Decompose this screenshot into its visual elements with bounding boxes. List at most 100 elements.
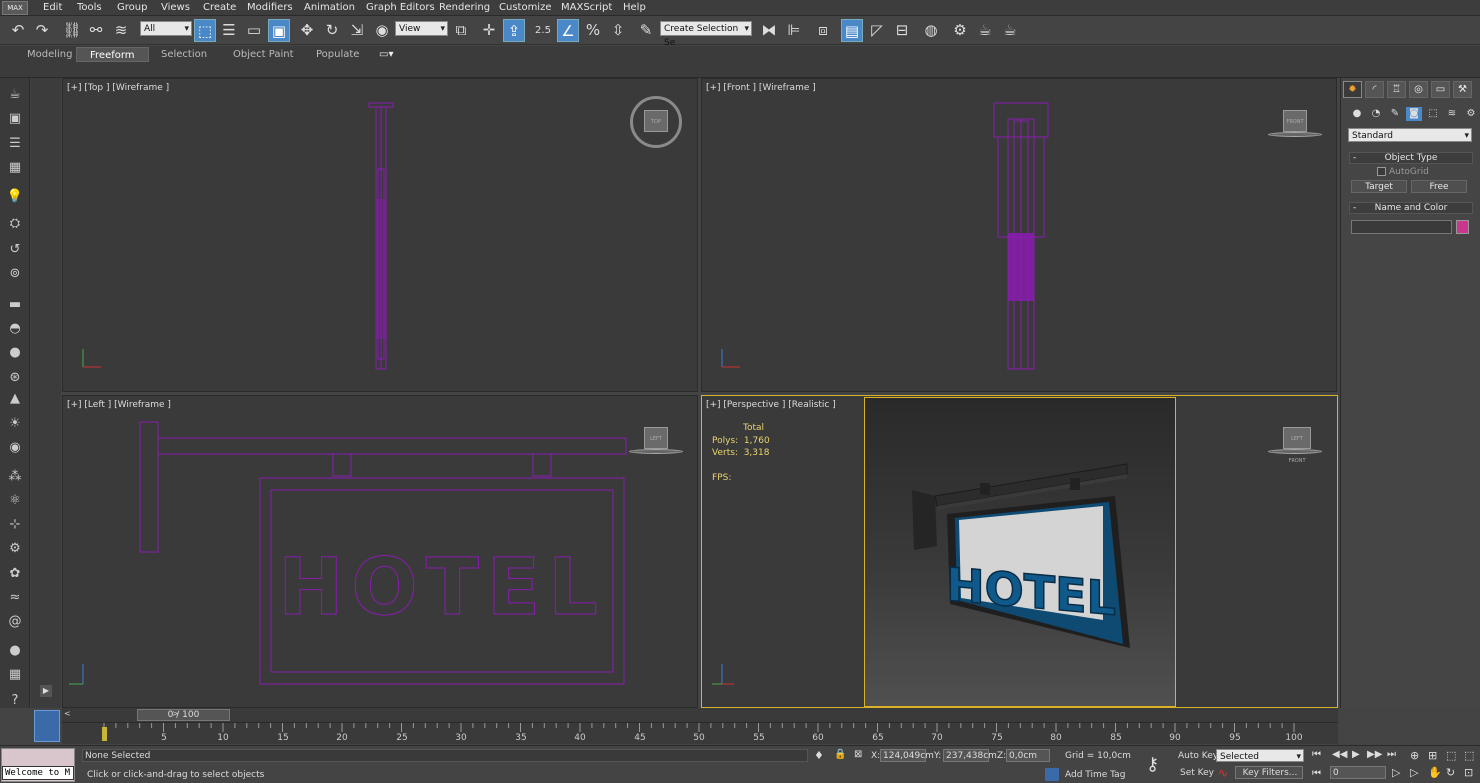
object-color-swatch[interactable] — [1456, 220, 1469, 234]
auto-key-button[interactable]: Auto Key — [1178, 751, 1218, 761]
display-tab-icon[interactable]: ▭ — [1431, 81, 1450, 98]
key-mode-toggle-icon[interactable]: ⏮ — [1312, 768, 1321, 779]
current-frame-field[interactable]: 0 — [1330, 766, 1386, 779]
rectangle-selection-icon[interactable]: ▭ — [243, 19, 265, 42]
undo-icon[interactable]: ↶ — [7, 19, 29, 42]
time-slider[interactable]: 0 / 100 — [137, 709, 230, 721]
zoom-all-icon[interactable]: ⊞ — [1428, 749, 1437, 762]
menu-graph-editors[interactable]: Graph Editors — [366, 2, 435, 13]
viewport-front[interactable]: [+] [Front ] [Wireframe ] FRONT — [701, 78, 1337, 392]
menu-edit[interactable]: Edit — [43, 2, 62, 13]
absolute-mode-icon[interactable]: ⊠ — [854, 749, 862, 760]
viewport-layout-icon[interactable] — [34, 710, 60, 742]
light-icon[interactable]: 💡 — [6, 188, 24, 206]
cone-icon[interactable]: ▲ — [6, 390, 24, 408]
menu-rendering[interactable]: Rendering — [439, 2, 490, 13]
spiral-icon[interactable]: @ — [6, 613, 24, 631]
orbit-icon[interactable]: ↻ — [1446, 766, 1455, 779]
autogrid-checkbox[interactable] — [1377, 167, 1386, 176]
go-to-end-icon[interactable]: ⏭ — [1387, 749, 1396, 760]
layer-manager-icon[interactable]: ⧈ — [812, 19, 834, 42]
tab-freeform[interactable]: Freeform — [76, 47, 149, 62]
keyboard-shortcut-override-icon[interactable]: ⇪ — [503, 19, 525, 42]
schematic-view-icon[interactable]: ⊟ — [891, 19, 913, 42]
ball-icon[interactable]: ● — [6, 642, 24, 660]
named-selection-set-dropdown[interactable]: Create Selection Se — [660, 21, 752, 48]
isolate-pin-icon[interactable]: ♦ — [814, 749, 824, 762]
field-of-view-icon[interactable]: ▷ — [1392, 766, 1400, 779]
bind-spacewarp-icon[interactable]: ≋ — [110, 19, 132, 42]
menu-modifiers[interactable]: Modifiers — [247, 2, 293, 13]
set-key-button[interactable]: Set Key — [1180, 768, 1214, 778]
modify-tab-icon[interactable]: ◜ — [1365, 81, 1384, 98]
viewport-perspective[interactable]: [+] [Perspective ] [Realistic ] Total Po… — [701, 395, 1338, 708]
menu-group[interactable]: Group — [117, 2, 147, 13]
helper-icon[interactable]: ⛭ — [6, 215, 24, 233]
grid-icon[interactable]: ▦ — [6, 666, 24, 684]
shapes-icon[interactable]: ◔ — [1368, 107, 1384, 121]
target-button[interactable]: Target — [1351, 180, 1407, 193]
menu-animation[interactable]: Animation — [304, 2, 355, 13]
zoom-extents-icon[interactable]: ⬚ — [1446, 749, 1456, 762]
scale-icon[interactable]: ⇲ — [346, 19, 368, 42]
molecule-icon[interactable]: ⚛ — [6, 492, 24, 510]
hemisphere-icon[interactable]: ◓ — [6, 320, 24, 338]
render-icon[interactable]: ▣ — [6, 110, 24, 128]
next-frame-icon[interactable]: > — [172, 709, 182, 721]
hair-icon[interactable]: ≈ — [6, 589, 24, 607]
object-name-input[interactable] — [1351, 220, 1452, 234]
camera-icon[interactable]: ⊚ — [6, 265, 24, 283]
key-mode-dropdown[interactable]: Selected — [1216, 749, 1304, 764]
y-coordinate-field[interactable]: 237,438cm — [943, 749, 997, 762]
tab-populate[interactable]: Populate — [303, 47, 372, 62]
time-tag-icon[interactable] — [1045, 768, 1059, 781]
motion-tab-icon[interactable]: ◎ — [1409, 81, 1428, 98]
align-icon[interactable]: ⊫ — [783, 19, 805, 42]
redo-icon[interactable]: ↷ — [31, 19, 53, 42]
render-setup-icon[interactable]: ⚙ — [949, 19, 971, 42]
edit-named-selection-icon[interactable]: ✎ — [635, 19, 657, 42]
material-editor-icon[interactable]: ◍ — [920, 19, 942, 42]
helpers-icon[interactable]: ⬚ — [1425, 107, 1441, 121]
geometry-icon[interactable]: ● — [1349, 107, 1365, 121]
key-filters-button[interactable]: Key Filters... — [1235, 766, 1303, 779]
lights-icon[interactable]: ✎ — [1387, 107, 1403, 121]
scene-explorer-icon[interactable]: ▤ — [841, 19, 863, 42]
sun-icon[interactable]: ☀ — [6, 415, 24, 433]
free-button[interactable]: Free — [1411, 180, 1467, 193]
percent-snap-icon[interactable]: % — [582, 19, 604, 42]
cameras-icon[interactable]: ◙ — [1406, 107, 1422, 121]
field-of-view-icon[interactable]: ▷ — [1410, 766, 1418, 779]
rendered-frame-window-icon[interactable]: ☕ — [974, 19, 996, 42]
previous-frame-icon[interactable]: ◀◀ — [1332, 749, 1347, 760]
cycle-icon[interactable]: ↺ — [6, 241, 24, 259]
welcome-input[interactable]: Welcome to M — [2, 766, 74, 780]
spinner-snap-icon[interactable]: ⇳ — [607, 19, 629, 42]
ribbon-options-icon[interactable]: ▭▾ — [366, 47, 406, 62]
select-place-icon[interactable]: ◉ — [371, 19, 393, 42]
add-time-tag[interactable]: Add Time Tag — [1065, 770, 1125, 780]
angle-snap-icon[interactable]: ∠ — [557, 19, 579, 42]
curve-editor-icon[interactable]: ◸ — [866, 19, 888, 42]
menu-create[interactable]: Create — [203, 2, 236, 13]
prev-frame-icon[interactable]: < — [64, 709, 74, 721]
zoom-extents-all-icon[interactable]: ⬚ — [1464, 749, 1474, 762]
snaps-toggle-icon[interactable]: 2.5 — [532, 19, 554, 42]
tab-selection[interactable]: Selection — [148, 47, 220, 62]
menu-maxscript[interactable]: MAXScript — [561, 2, 612, 13]
selection-filter-dropdown[interactable]: All — [140, 21, 192, 36]
z-coordinate-field[interactable]: 0,0cm — [1006, 749, 1050, 762]
grass-icon[interactable]: ✿ — [6, 565, 24, 583]
plane-icon[interactable]: ▬ — [6, 296, 24, 314]
teapot-icon[interactable]: ☕ — [6, 86, 24, 104]
next-frame-icon[interactable]: ▶▶ — [1367, 749, 1382, 760]
track-bar[interactable]: 5 10 15 20 25 30 35 40 45 50 55 60 65 70… — [62, 722, 1338, 744]
app-logo[interactable]: MAX — [2, 1, 28, 15]
mirror-icon[interactable]: ⧓ — [758, 19, 780, 42]
tab-object-paint[interactable]: Object Paint — [220, 47, 307, 62]
expand-arrow-icon[interactable]: ▶ — [40, 685, 52, 697]
menu-views[interactable]: Views — [161, 2, 190, 13]
viewport-top[interactable]: [+] [Top ] [Wireframe ] TOP — [62, 78, 698, 392]
go-to-start-icon[interactable]: ⏮ — [1312, 749, 1321, 760]
torus-icon[interactable]: ⊛ — [6, 369, 24, 387]
